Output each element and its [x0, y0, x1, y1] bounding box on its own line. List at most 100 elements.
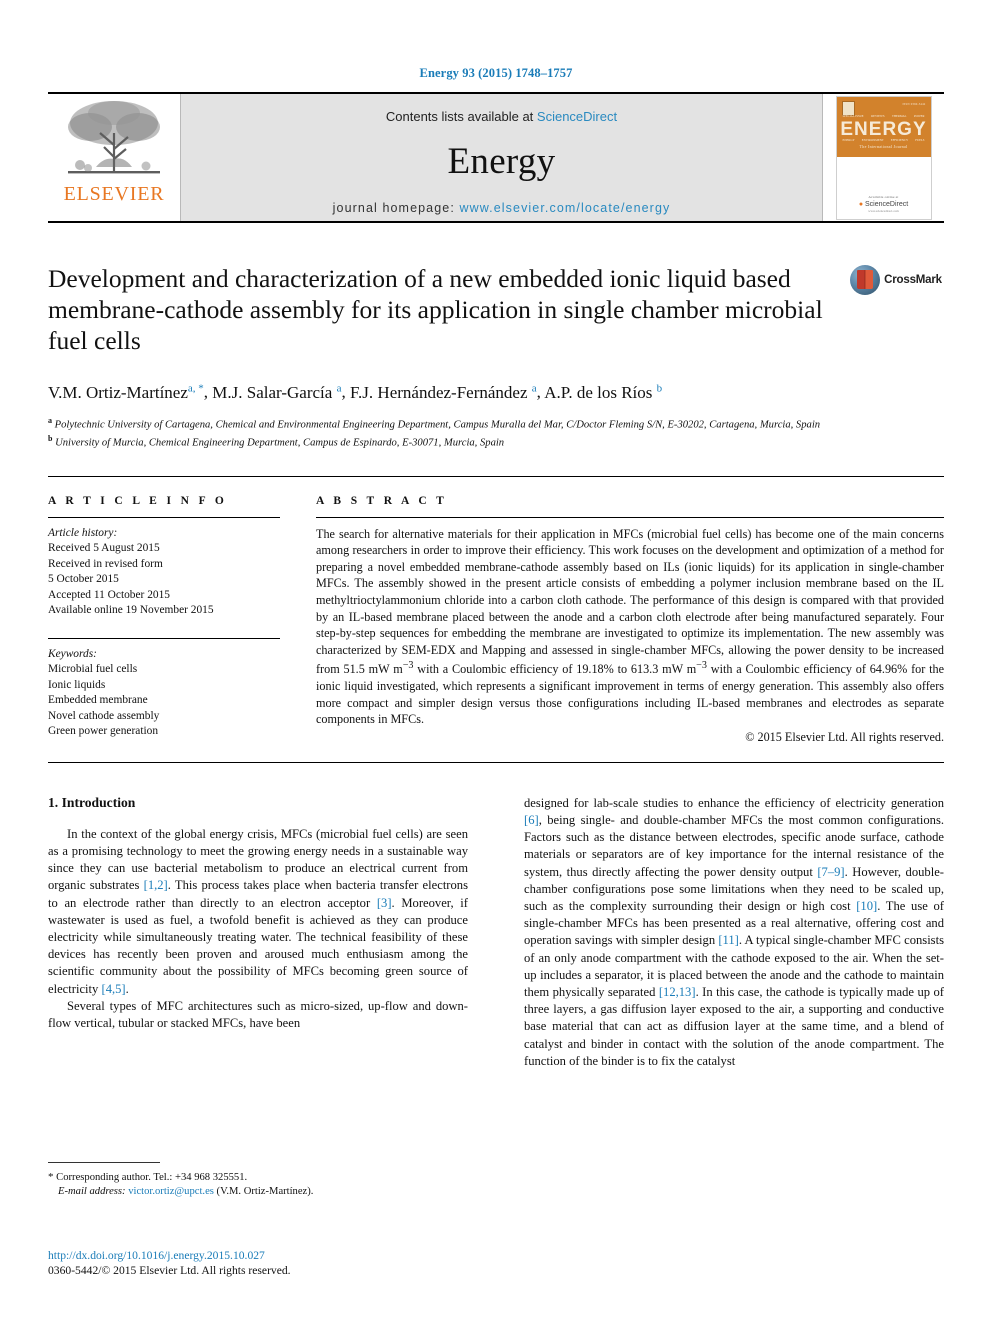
abstract-heading: A B S T R A C T — [316, 494, 448, 507]
cover-platform: ● ScienceDirect — [858, 201, 909, 208]
column-gap — [280, 495, 316, 745]
affiliation-mark: a — [48, 415, 52, 425]
cover-image: ISSN 0360-5442 SPECIAL ISSUE REVIEWS THE… — [835, 96, 932, 220]
elsevier-logo: ELSEVIER — [48, 94, 181, 221]
body-left-column: 1. Introduction In the context of the gl… — [48, 795, 468, 1070]
keyword-item: Novel cathode assembly — [48, 709, 160, 722]
cover-strip-top: SPECIAL ISSUE REVIEWS THERMAL POWER — [843, 114, 925, 118]
homepage-prefix: journal homepage: — [332, 201, 460, 215]
divider — [48, 637, 280, 639]
cover-strip-item: FUELS — [915, 138, 925, 142]
email-label: E-mail address: — [58, 1186, 126, 1198]
citation-ref[interactable]: [10] — [856, 899, 877, 913]
abstract-copyright: © 2015 Elsevier Ltd. All rights reserved… — [745, 729, 944, 744]
journal-homepage-line: journal homepage: www.elsevier.com/locat… — [333, 201, 671, 215]
author-list: V.M. Ortiz-Martíneza, *, M.J. Salar-Garc… — [48, 382, 663, 402]
author-name: F.J. Hernández-Fernández — [349, 382, 528, 402]
affiliation: a Polytechnic University of Cartagena, C… — [48, 414, 944, 432]
affiliation-mark: b — [48, 433, 53, 443]
author-name: V.M. Ortiz-Martínez — [48, 382, 188, 402]
author-name: M.J. Salar-García — [212, 382, 333, 402]
article-history-label: Article history: — [48, 526, 118, 539]
history-item: Received in revised form — [48, 557, 163, 570]
body-right-column: designed for lab-scale studies to enhanc… — [524, 795, 944, 1070]
title-block: CrossMark Development and characterizati… — [48, 263, 944, 450]
doi-link[interactable]: http://dx.doi.org/10.1016/j.energy.2015.… — [48, 1248, 548, 1263]
footnote-block: * Corresponding author. Tel.: +34 968 32… — [48, 1162, 468, 1199]
journal-title: Energy — [447, 141, 556, 182]
body-section: 1. Introduction In the context of the gl… — [48, 795, 944, 1070]
intro-paragraph-right: designed for lab-scale studies to enhanc… — [524, 795, 944, 1068]
contents-available-line: Contents lists available at ScienceDirec… — [386, 109, 617, 124]
divider — [316, 516, 944, 518]
crossmark-icon — [850, 265, 881, 295]
keywords-label: Keywords: — [48, 647, 97, 660]
crossmark-badge[interactable]: CrossMark — [848, 265, 944, 295]
email-owner: (V.M. Ortiz-Martínez). — [216, 1186, 314, 1198]
cover-top-band: ISSN 0360-5442 SPECIAL ISSUE REVIEWS THE… — [836, 97, 931, 157]
cover-platform-name: ScienceDirect — [865, 201, 909, 208]
affiliation-list: a Polytechnic University of Cartagena, C… — [48, 414, 944, 450]
citation-ref[interactable]: [12,13] — [659, 985, 696, 999]
cover-strip-item: ENVIRONMENT — [861, 138, 884, 142]
footnote-rule — [48, 1162, 160, 1163]
citation-ref[interactable]: [7–9] — [817, 865, 844, 879]
cover-footer: Available online at ● ScienceDirect www.… — [837, 195, 931, 213]
citation-ref[interactable]: [3] — [377, 896, 392, 910]
elsevier-tree-icon — [62, 97, 166, 183]
affiliation: b University of Murcia, Chemical Enginee… — [48, 432, 944, 450]
doi-block: http://dx.doi.org/10.1016/j.energy.2015.… — [48, 1248, 548, 1278]
citation-ref[interactable]: [4,5] — [102, 982, 126, 996]
email-link[interactable]: victor.ortiz@upct.es — [128, 1186, 214, 1197]
cover-strip-item: EFFICIENCY — [890, 138, 909, 142]
paper-page: Energy 93 (2015) 1748–1757 ELSEVIER Cont… — [0, 0, 992, 1323]
citation-ref[interactable]: [1,2] — [144, 878, 168, 892]
cover-strip-item: ENERGY — [842, 138, 855, 142]
cover-strip-item: REVIEWS — [871, 114, 885, 118]
cover-strip-item: POWER — [914, 114, 925, 118]
journal-masthead: ELSEVIER Contents lists available at Sci… — [48, 92, 944, 223]
affiliation-text: University of Murcia, Chemical Engineeri… — [55, 437, 505, 449]
keyword-item: Embedded membrane — [48, 694, 148, 707]
sciencedirect-link[interactable]: ScienceDirect — [537, 109, 617, 124]
corresponding-author-line: * Corresponding author. Tel.: +34 968 32… — [48, 1170, 468, 1185]
keyword-item: Green power generation — [48, 725, 159, 738]
author-affiliation-mark: a, * — [187, 382, 204, 394]
author[interactable]: V.M. Ortiz-Martíneza, * — [48, 382, 204, 402]
citation-ref[interactable]: [6] — [524, 813, 539, 827]
keywords-block: Keywords: Microbial fuel cells Ionic liq… — [48, 637, 280, 740]
author[interactable]: F.J. Hernández-Fernández a — [349, 382, 537, 402]
intro-paragraph-1: In the context of the global energy cris… — [48, 826, 469, 996]
abstract-column: A B S T R A C T The search for alternati… — [316, 495, 944, 745]
issn-copyright: 0360-5442/© 2015 Elsevier Ltd. All right… — [48, 1264, 291, 1277]
abstract-text: The search for alternative materials for… — [316, 526, 944, 727]
cover-platform-url: www.sciencedirect.com — [868, 209, 899, 213]
author-affiliation-mark: b — [656, 382, 663, 394]
cover-issn-label: ISSN 0360-5442 — [902, 102, 926, 106]
corresponding-marker: * — [48, 1171, 54, 1183]
intro-paragraph-2: Several types of MFC architectures such … — [48, 998, 468, 1030]
cover-subtitle: The International Journal — [859, 144, 908, 149]
journal-homepage-link[interactable]: www.elsevier.com/locate/energy — [459, 201, 670, 215]
history-item: Received 5 August 2015 — [48, 542, 160, 555]
cover-strip-item: SPECIAL ISSUE — [842, 114, 864, 118]
author[interactable]: M.J. Salar-García a — [212, 382, 342, 402]
divider — [48, 761, 944, 763]
citation-ref[interactable]: [11] — [718, 933, 739, 947]
author-name: A.P. de los Ríos — [544, 382, 653, 402]
author-affiliation-mark: a — [336, 382, 342, 394]
abstract-bottom-rule-wrap — [48, 761, 944, 763]
history-item: 5 October 2015 — [48, 573, 119, 586]
author[interactable]: A.P. de los Ríos b — [544, 382, 663, 402]
running-head: Energy 93 (2015) 1748–1757 — [419, 66, 573, 80]
author-affiliation-mark: a — [531, 382, 537, 394]
masthead-center: Contents lists available at ScienceDirec… — [181, 94, 822, 221]
email-line: E-mail address: victor.ortiz@upct.es (V.… — [48, 1185, 468, 1199]
affiliation-text: Polytechnic University of Cartagena, Che… — [54, 419, 821, 431]
crossmark-label: CrossMark — [884, 274, 942, 286]
keyword-item: Ionic liquids — [48, 678, 106, 691]
cover-strip-bottom: ENERGY ENVIRONMENT EFFICIENCY FUELS — [843, 138, 925, 142]
page-title: Development and characterization of a ne… — [48, 264, 823, 355]
elsevier-wordmark: ELSEVIER — [63, 183, 165, 205]
corresponding-author-text: Corresponding author. Tel.: +34 968 3255… — [56, 1172, 248, 1183]
